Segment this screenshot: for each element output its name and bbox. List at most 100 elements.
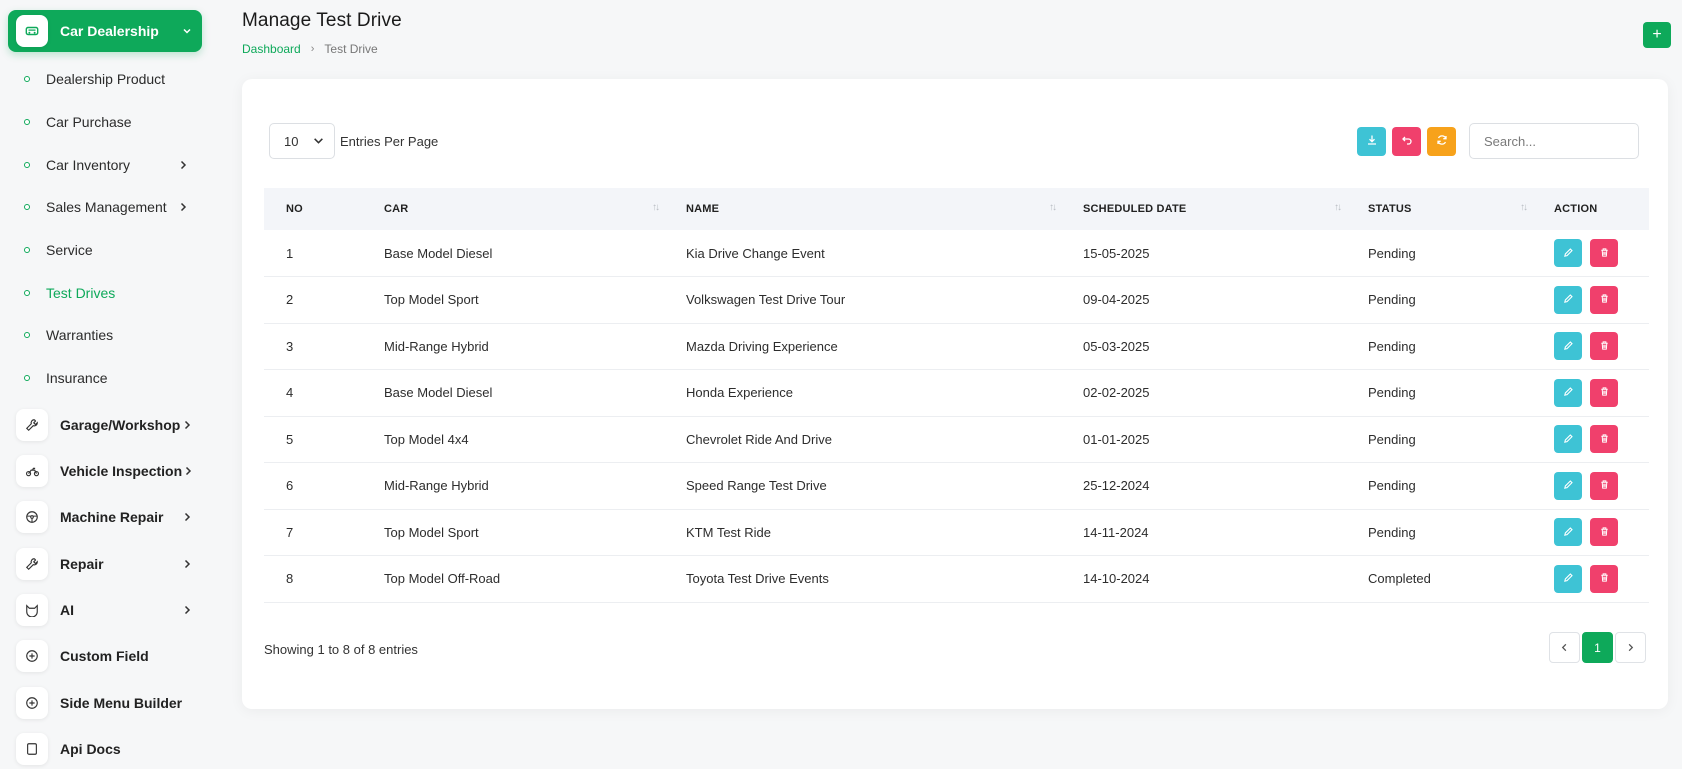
entries-per-page-select[interactable]: 10	[269, 123, 335, 159]
sidebar-group-label: Machine Repair	[60, 509, 164, 526]
sidebar-item-dealership-product[interactable]: Dealership Product	[0, 58, 210, 101]
sidebar-item-warranties[interactable]: Warranties	[0, 314, 210, 357]
plus-icon: +	[1652, 26, 1662, 43]
refresh-button[interactable]	[1427, 126, 1456, 156]
sidebar-group-label: Repair	[60, 555, 104, 572]
delete-button[interactable]	[1590, 471, 1618, 500]
pencil-icon	[1563, 478, 1574, 493]
column-header-car[interactable]: CAR ↑↓	[362, 188, 664, 230]
cell-scheduled-date: 15-05-2025	[1061, 230, 1346, 277]
sidebar-group-repair[interactable]: Repair	[8, 543, 202, 585]
sidebar-item-sales-management[interactable]: Sales Management	[0, 186, 210, 229]
cell-status: Pending	[1346, 323, 1532, 370]
cell-action	[1532, 462, 1649, 510]
delete-button[interactable]	[1590, 378, 1618, 407]
cell-no: 2	[264, 276, 362, 324]
delete-button[interactable]	[1590, 518, 1618, 547]
cell-no: 4	[264, 369, 362, 417]
cell-car: Top Model 4x4	[362, 416, 664, 463]
cell-scheduled-date: 09-04-2025	[1061, 276, 1346, 324]
pagination: 1	[1547, 632, 1646, 663]
undo-icon	[1401, 133, 1413, 149]
column-header-name[interactable]: NAME ↑↓	[664, 188, 1061, 230]
edit-button[interactable]	[1554, 518, 1582, 547]
cell-scheduled-date: 14-11-2024	[1061, 509, 1346, 556]
column-header-action: ACTION	[1532, 188, 1649, 230]
sidebar-group-garage-workshop[interactable]: Garage/Workshop	[8, 404, 202, 446]
delete-button[interactable]	[1590, 564, 1618, 593]
sidebar-group-label: Api Docs	[60, 741, 121, 758]
wrench-icon	[16, 408, 48, 441]
chevron-right-icon	[180, 510, 194, 524]
breadcrumb-dashboard[interactable]: Dashboard	[242, 42, 301, 56]
cell-name: KTM Test Ride	[664, 509, 1061, 556]
cell-scheduled-date: 14-10-2024	[1061, 555, 1346, 603]
sidebar-group-car-dealership[interactable]: Car Dealership	[8, 10, 202, 52]
edit-button[interactable]	[1554, 239, 1582, 267]
edit-button[interactable]	[1554, 471, 1582, 500]
edit-button[interactable]	[1554, 564, 1582, 593]
column-header-scheduled-date[interactable]: SCHEDULED DATE ↑↓	[1061, 188, 1346, 230]
sidebar-group-vehicle-inspection[interactable]: Vehicle Inspection	[8, 450, 202, 492]
bullet-icon	[24, 247, 30, 254]
trash-icon	[1599, 339, 1610, 354]
doc-icon	[16, 733, 48, 766]
delete-button[interactable]	[1590, 285, 1618, 314]
page-title: Manage Test Drive	[242, 10, 402, 31]
sidebar-item-test-drives[interactable]: Test Drives	[0, 271, 210, 314]
reset-button[interactable]	[1392, 126, 1421, 156]
sidebar-item-service[interactable]: Service	[0, 229, 210, 272]
delete-button[interactable]	[1590, 332, 1618, 361]
pagination-next-button[interactable]	[1615, 632, 1646, 663]
bullet-icon	[24, 204, 30, 211]
edit-button[interactable]	[1554, 425, 1582, 454]
test-drive-card: 10 Entries Per Page Search... NO CAR ↑↓ …	[242, 79, 1668, 709]
edit-button[interactable]	[1554, 378, 1582, 407]
table-body: 1 Base Model Diesel Kia Drive Change Event…	[264, 230, 1649, 603]
search-input[interactable]	[1469, 123, 1639, 159]
sidebar-item-car-purchase[interactable]: Car Purchase	[0, 101, 210, 144]
chevron-right-icon	[180, 418, 194, 432]
column-header-status[interactable]: STATUS ↑↓	[1346, 188, 1532, 230]
cell-name: Honda Experience	[664, 369, 1061, 417]
delete-button[interactable]	[1590, 239, 1618, 267]
download-button[interactable]	[1357, 126, 1386, 156]
trash-icon	[1599, 525, 1610, 540]
sidebar-item-label: Service	[46, 242, 93, 259]
sidebar-item-insurance[interactable]: Insurance	[0, 357, 210, 400]
cell-status: Pending	[1346, 369, 1532, 417]
bullet-icon	[24, 332, 30, 339]
sidebar-group-machine-repair[interactable]: Machine Repair	[8, 496, 202, 538]
cell-action	[1532, 276, 1649, 324]
sidebar-group-api-docs[interactable]: Api Docs	[8, 728, 202, 769]
cell-car: Mid-Range Hybrid	[362, 323, 664, 370]
sidebar-group-label: Car Dealership	[60, 23, 159, 39]
edit-button[interactable]	[1554, 285, 1582, 314]
chevron-right-icon	[180, 557, 194, 571]
cell-scheduled-date: 25-12-2024	[1061, 462, 1346, 510]
edit-button[interactable]	[1554, 332, 1582, 361]
bullet-icon	[24, 119, 30, 126]
cell-action	[1532, 369, 1649, 417]
sidebar-item-label: Car Inventory	[46, 156, 131, 173]
sidebar-item-label: Sales Management	[46, 199, 167, 216]
add-test-drive-button[interactable]: +	[1643, 22, 1671, 48]
pagination-page-button[interactable]: 1	[1582, 632, 1613, 663]
cell-car: Top Model Off-Road	[362, 555, 664, 603]
cell-name: Volkswagen Test Drive Tour	[664, 276, 1061, 324]
cell-action	[1532, 416, 1649, 463]
cell-status: Pending	[1346, 416, 1532, 463]
cell-car: Base Model Diesel	[362, 369, 664, 417]
sidebar-item-label: Warranties	[46, 327, 114, 344]
sidebar-group-ai[interactable]: AI	[8, 589, 202, 631]
delete-button[interactable]	[1590, 425, 1618, 454]
sidebar-group-side-menu-builder[interactable]: Side Menu Builder	[8, 682, 202, 724]
sidebar-group-custom-field[interactable]: Custom Field	[8, 635, 202, 677]
chevron-right-icon	[1626, 641, 1635, 655]
pagination-prev-button[interactable]	[1549, 632, 1580, 663]
pencil-icon	[1563, 246, 1574, 261]
sidebar-item-car-inventory[interactable]: Car Inventory	[0, 143, 210, 186]
sort-icon: ↑↓	[1049, 202, 1057, 213]
column-header-no[interactable]: NO	[264, 188, 362, 230]
cell-action	[1532, 230, 1649, 277]
